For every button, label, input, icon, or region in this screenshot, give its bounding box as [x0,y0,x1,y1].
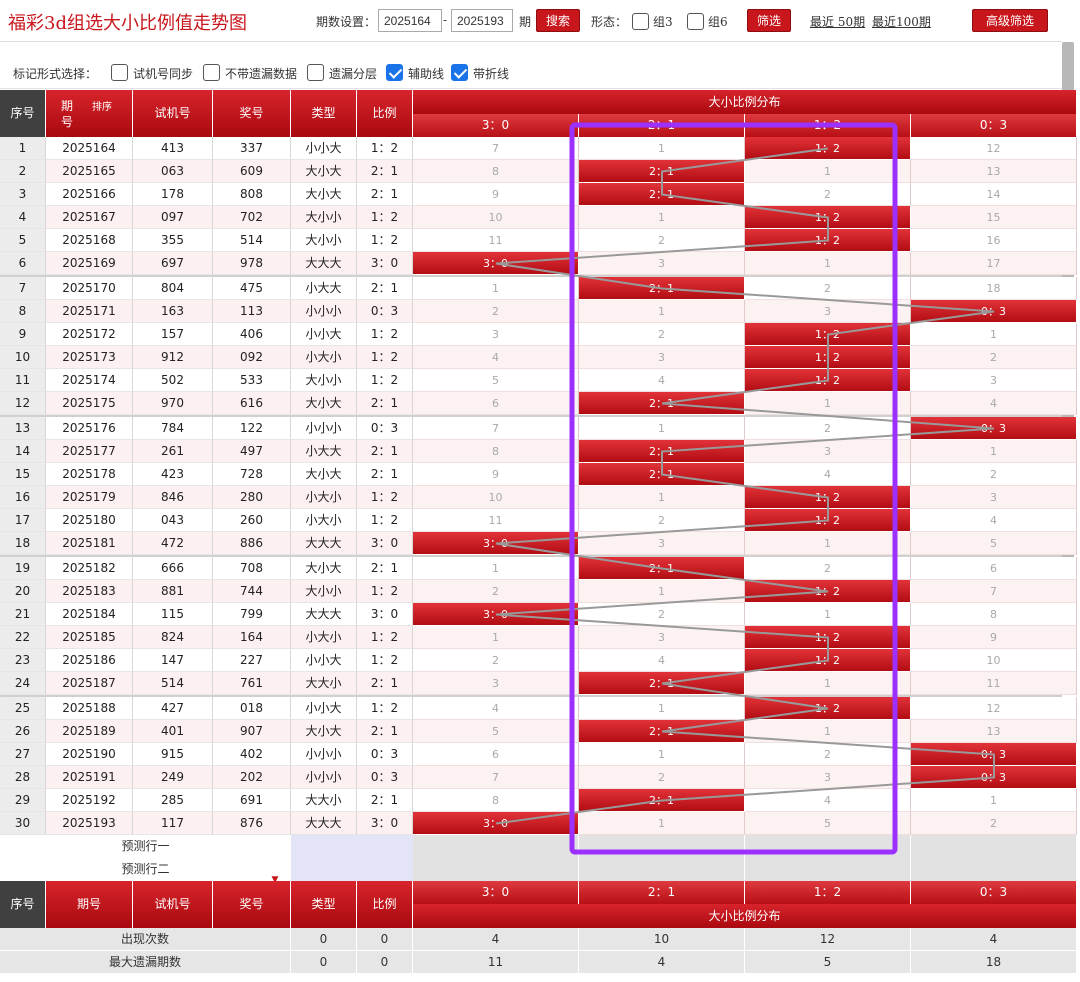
highlight-annotation-box [569,122,898,855]
trend-overlay [495,122,995,855]
